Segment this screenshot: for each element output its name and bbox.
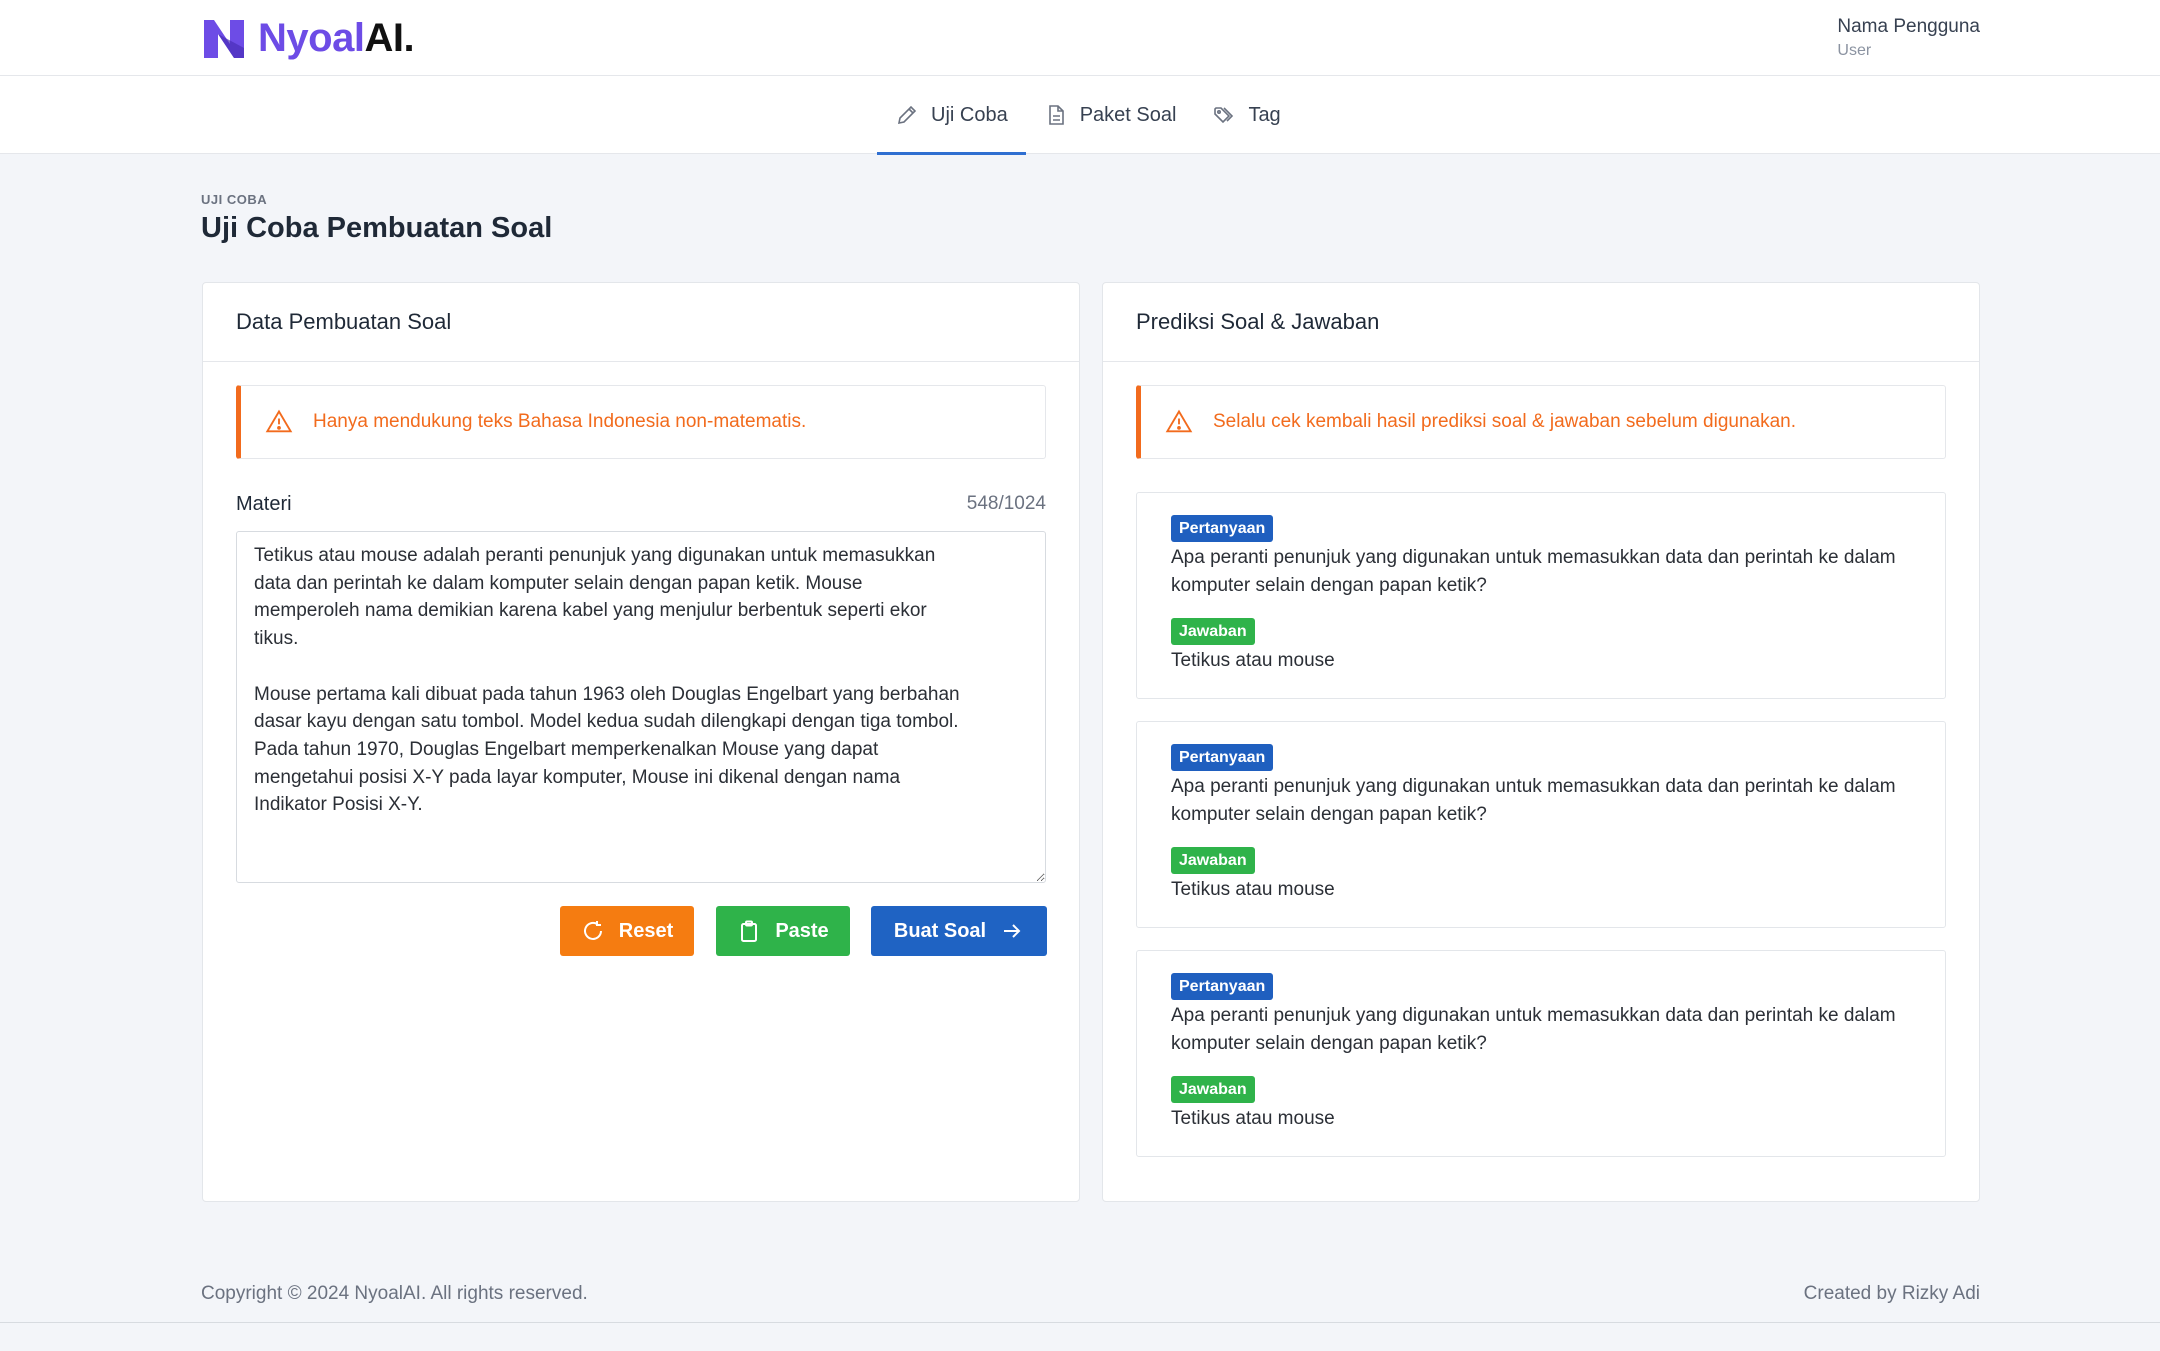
tab-bar: Uji Coba Paket Soal Tag [0, 76, 2160, 155]
logo-text-primary: Nyoal [258, 15, 365, 60]
logo-text-secondary: AI. [364, 15, 415, 60]
warning-icon [265, 409, 293, 433]
tab-tag[interactable]: Tag [1194, 76, 1298, 154]
jawaban-badge: Jawaban [1171, 1076, 1255, 1103]
qa-item: Pertanyaan Apa peranti penunjuk yang dig… [1136, 721, 1946, 928]
question-text: Apa peranti penunjuk yang digunakan untu… [1171, 776, 1896, 825]
prediksi-soal-card: Prediksi Soal & Jawaban Selalu cek kemba… [1102, 282, 1980, 1202]
clipboard-icon [741, 920, 758, 942]
user-menu[interactable]: Nama Pengguna User [1837, 16, 1980, 60]
user-name: Nama Pengguna [1837, 16, 1980, 37]
alert-text: Hanya mendukung teks Bahasa Indonesia no… [313, 411, 807, 432]
alert-text: Selalu cek kembali hasil prediksi soal &… [1213, 411, 1796, 432]
tab-label: Uji Coba [931, 103, 1008, 126]
question-text: Apa peranti penunjuk yang digunakan untu… [1171, 1005, 1896, 1054]
breadcrumb: UJI COBA [201, 192, 268, 207]
app-logo[interactable]: NyoalAI. [200, 14, 415, 62]
card-title: Data Pembuatan Soal [203, 283, 1079, 362]
card-title: Prediksi Soal & Jawaban [1103, 283, 1979, 362]
qa-item: Pertanyaan Apa peranti penunjuk yang dig… [1136, 492, 1946, 699]
tab-label: Tag [1248, 103, 1281, 126]
arrow-right-icon [1004, 924, 1021, 938]
footer-divider [0, 1322, 2160, 1323]
reset-button[interactable]: Reset [560, 906, 694, 956]
pertanyaan-badge: Pertanyaan [1171, 973, 1274, 1000]
materi-label: Materi [236, 493, 292, 515]
footer-copyright: Copyright © 2024 NyoalAI. All rights res… [201, 1283, 588, 1304]
user-role: User [1837, 42, 1872, 59]
paste-label: Paste [775, 919, 829, 942]
paste-button[interactable]: Paste [716, 906, 850, 956]
answer-text: Tetikus atau mouse [1171, 1108, 1335, 1129]
document-icon [1048, 105, 1064, 125]
warning-icon [1165, 409, 1193, 433]
pencil-icon [897, 105, 917, 125]
materi-textarea[interactable]: Tetikus atau mouse adalah peranti penunj… [236, 531, 1046, 883]
qa-item: Pertanyaan Apa peranti penunjuk yang dig… [1136, 950, 1946, 1157]
page-title: Uji Coba Pembuatan Soal [201, 212, 553, 244]
jawaban-badge: Jawaban [1171, 618, 1255, 645]
pertanyaan-badge: Pertanyaan [1171, 515, 1274, 542]
tab-paket-soal[interactable]: Paket Soal [1026, 76, 1195, 154]
tab-list: Uji Coba Paket Soal Tag [877, 76, 1299, 155]
warning-alert: Selalu cek kembali hasil prediksi soal &… [1136, 385, 1946, 459]
logo-mark-icon [204, 20, 244, 58]
jawaban-badge: Jawaban [1171, 847, 1255, 874]
warning-alert: Hanya mendukung teks Bahasa Indonesia no… [236, 385, 1046, 459]
tab-label: Paket Soal [1079, 103, 1177, 126]
answer-text: Tetikus atau mouse [1171, 650, 1335, 671]
data-pembuatan-soal-card: Data Pembuatan Soal Hanya mendukung teks… [202, 282, 1080, 1202]
tags-icon [1214, 107, 1234, 124]
logo-text: NyoalAI. [258, 15, 415, 61]
refresh-icon [583, 921, 602, 940]
reset-label: Reset [618, 919, 674, 942]
buat-soal-label: Buat Soal [893, 919, 987, 942]
top-header: NyoalAI. Nama Pengguna User [0, 0, 2160, 76]
tab-uji-coba[interactable]: Uji Coba [877, 76, 1026, 155]
answer-text: Tetikus atau mouse [1171, 879, 1335, 900]
character-counter: 548/1024 [966, 493, 1046, 514]
buat-soal-button[interactable]: Buat Soal [871, 906, 1047, 956]
question-text: Apa peranti penunjuk yang digunakan untu… [1171, 547, 1896, 596]
footer-credit: Created by Rizky Adi [1803, 1283, 1980, 1304]
pertanyaan-badge: Pertanyaan [1171, 744, 1274, 771]
